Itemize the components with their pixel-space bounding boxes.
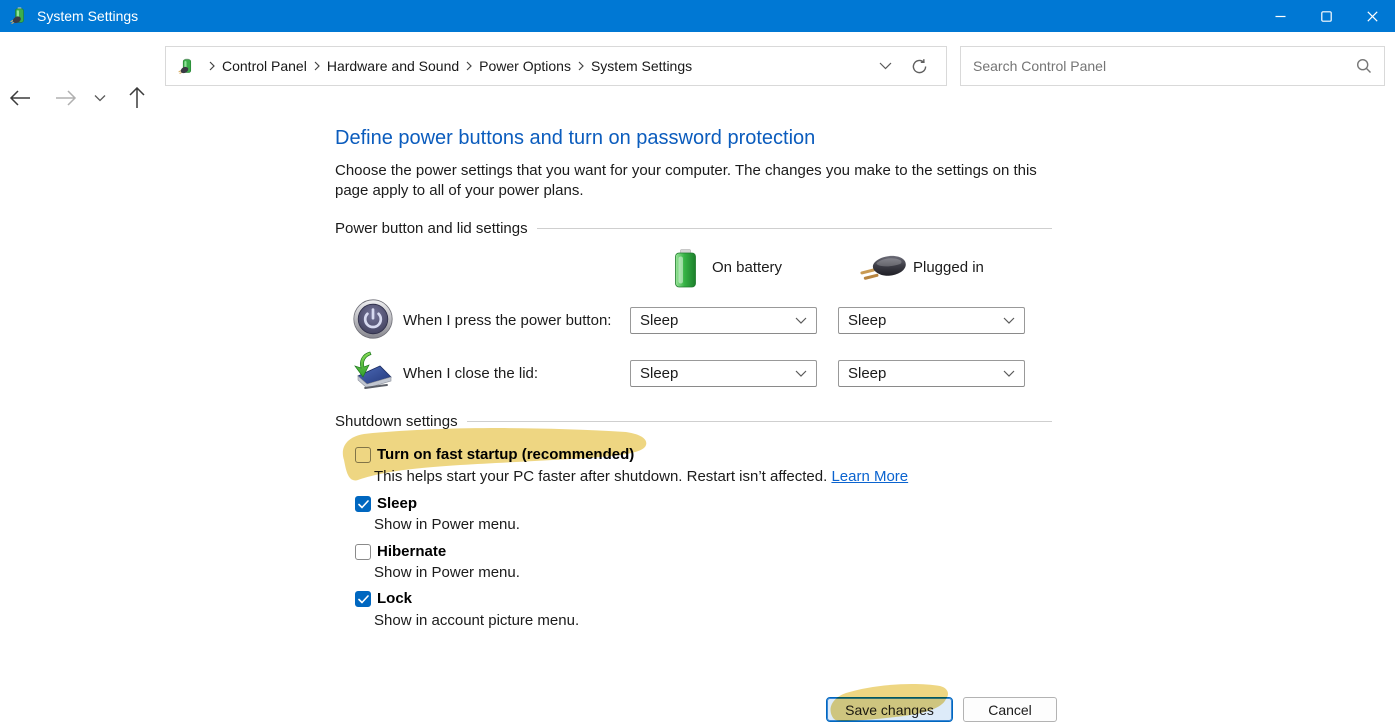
breadcrumb-item-system-settings[interactable]: System Settings xyxy=(591,58,692,74)
sleep-option-description: Show in Power menu. xyxy=(374,516,520,533)
chevron-down-icon xyxy=(879,62,892,70)
close-button[interactable] xyxy=(1349,0,1395,32)
plug-icon xyxy=(860,254,908,283)
breadcrumb-item-power-options[interactable]: Power Options xyxy=(479,58,571,74)
chevron-down-icon xyxy=(1003,370,1015,377)
cancel-button[interactable]: Cancel xyxy=(963,697,1057,722)
power-button-row-label: When I press the power button: xyxy=(403,312,611,329)
window-title: System Settings xyxy=(37,8,138,24)
maximize-button[interactable] xyxy=(1303,0,1349,32)
lid-close-icon xyxy=(350,351,394,393)
search-icon[interactable] xyxy=(1356,58,1372,74)
maximize-icon xyxy=(1321,11,1332,22)
shutdown-section-header: Shutdown settings xyxy=(335,413,1052,430)
page-description: Choose the power settings that you want … xyxy=(335,161,1040,201)
fast-startup-description: This helps start your PC faster after sh… xyxy=(374,468,908,485)
hibernate-checkbox[interactable] xyxy=(355,544,371,560)
refresh-icon xyxy=(911,58,928,75)
chevron-down-icon xyxy=(1003,317,1015,324)
close-lid-on-battery-select[interactable]: Sleep xyxy=(630,360,817,387)
recent-pages-button[interactable] xyxy=(88,84,112,112)
selected-value: Sleep xyxy=(848,312,1003,329)
lock-option-label: Lock xyxy=(377,590,412,607)
fast-startup-description-text: This helps start your PC faster after sh… xyxy=(374,468,831,485)
breadcrumb-separator-icon xyxy=(314,61,320,71)
navigation-bar: Control Panel Hardware and Sound Power O… xyxy=(0,32,1395,90)
page-title: Define power buttons and turn on passwor… xyxy=(335,127,815,150)
sleep-option-label: Sleep xyxy=(377,495,417,512)
breadcrumb-separator-icon xyxy=(209,61,215,71)
power-options-icon xyxy=(178,58,195,75)
breadcrumb-separator-icon xyxy=(466,61,472,71)
check-icon xyxy=(358,595,369,604)
window-controls xyxy=(1257,0,1395,32)
hibernate-option-description: Show in Power menu. xyxy=(374,564,520,581)
plugged-in-column-label: Plugged in xyxy=(913,259,984,276)
breadcrumb-separator-icon xyxy=(578,61,584,71)
power-button-plugged-in-select[interactable]: Sleep xyxy=(838,307,1025,334)
section-divider xyxy=(467,421,1052,422)
minimize-icon xyxy=(1275,11,1286,22)
forward-arrow-icon xyxy=(55,90,77,106)
search-input[interactable] xyxy=(973,58,1356,74)
close-icon xyxy=(1367,11,1378,22)
selected-value: Sleep xyxy=(848,365,1003,382)
address-dropdown-button[interactable] xyxy=(868,49,902,83)
shutdown-section-label: Shutdown settings xyxy=(335,413,458,430)
selected-value: Sleep xyxy=(640,312,795,329)
chevron-down-icon xyxy=(94,94,106,102)
power-section-header: Power button and lid settings xyxy=(335,220,1052,237)
battery-icon xyxy=(674,249,697,288)
search-box xyxy=(960,46,1385,86)
system-settings-window: System Settings xyxy=(0,0,1395,726)
power-button-on-battery-select[interactable]: Sleep xyxy=(630,307,817,334)
breadcrumb-item-hardware-and-sound[interactable]: Hardware and Sound xyxy=(327,58,459,74)
on-battery-column-label: On battery xyxy=(712,259,782,276)
up-button[interactable] xyxy=(122,84,152,112)
check-icon xyxy=(358,500,369,509)
selected-value: Sleep xyxy=(640,365,795,382)
chevron-down-icon xyxy=(795,317,807,324)
power-button-icon xyxy=(353,299,393,339)
up-arrow-icon xyxy=(129,87,145,109)
lock-checkbox[interactable] xyxy=(355,591,371,607)
fast-startup-label: Turn on fast startup (recommended) xyxy=(377,446,634,463)
minimize-button[interactable] xyxy=(1257,0,1303,32)
breadcrumb: Control Panel Hardware and Sound Power O… xyxy=(165,46,947,86)
power-section-label: Power button and lid settings xyxy=(335,220,528,237)
lock-option-description: Show in account picture menu. xyxy=(374,612,579,629)
hibernate-option-label: Hibernate xyxy=(377,543,446,560)
close-lid-plugged-in-select[interactable]: Sleep xyxy=(838,360,1025,387)
chevron-down-icon xyxy=(795,370,807,377)
back-button[interactable] xyxy=(5,84,35,112)
title-bar: System Settings xyxy=(0,0,1395,32)
section-divider xyxy=(537,228,1052,229)
breadcrumb-item-control-panel[interactable]: Control Panel xyxy=(222,58,307,74)
power-options-icon xyxy=(10,7,28,25)
back-arrow-icon xyxy=(9,90,31,106)
forward-button[interactable] xyxy=(51,84,81,112)
refresh-button[interactable] xyxy=(902,49,936,83)
save-changes-button[interactable]: Save changes xyxy=(826,697,953,722)
sleep-checkbox[interactable] xyxy=(355,496,371,512)
close-lid-row-label: When I close the lid: xyxy=(403,365,538,382)
fast-startup-checkbox[interactable] xyxy=(355,447,371,463)
learn-more-link[interactable]: Learn More xyxy=(831,468,908,485)
